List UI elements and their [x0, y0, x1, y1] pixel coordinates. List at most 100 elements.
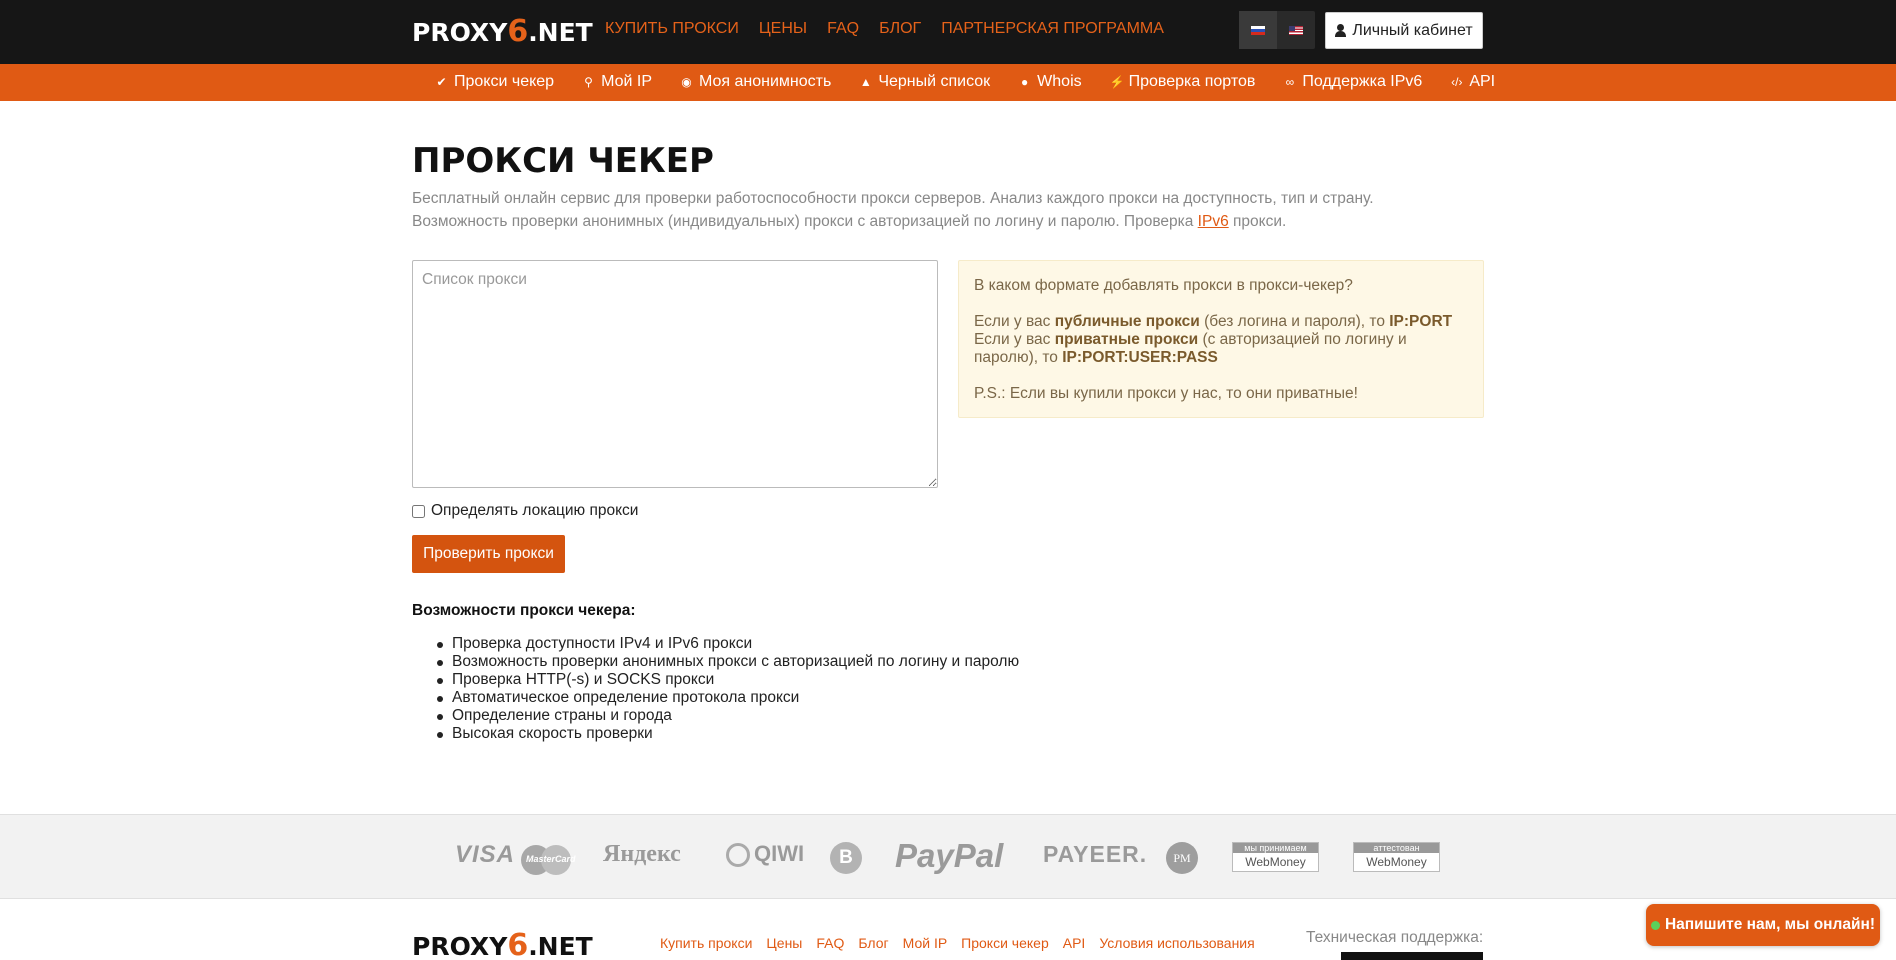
hint-text: Если у вас [974, 331, 1055, 348]
live-chat-label: Напишите нам, мы онлайн! [1664, 916, 1876, 933]
footer-link-buy-proxy[interactable]: Купить прокси [660, 935, 752, 951]
footer-link-faq[interactable]: FAQ [816, 935, 844, 951]
tool-label: Моя анонимность [698, 73, 832, 90]
webmoney-accept-badge: мы принимаем WebMoney [1232, 842, 1319, 872]
personal-account-label: Личный кабинет [1352, 21, 1473, 39]
payment-methods-strip: VISA MasterCard Яндекс QIWI PayPal PAYEE… [0, 814, 1896, 899]
footer-link-api[interactable]: API [1063, 935, 1086, 951]
code-icon: ‹/› [1451, 74, 1463, 89]
tool-whois[interactable]: ● Whois [1018, 73, 1082, 91]
paypal-logo: PayPal [895, 837, 1004, 874]
features-title: Возможности прокси чекера: [412, 602, 636, 619]
webmoney-badge-bottom: WebMoney [1245, 855, 1306, 869]
nav-faq[interactable]: FAQ [827, 20, 859, 38]
footer-logo[interactable]: PROXY6.NET [412, 928, 593, 960]
lang-ru-button[interactable] [1239, 11, 1277, 49]
flag-ru-icon [1251, 25, 1265, 35]
hint-question: В каком формате добавлять прокси в прокс… [974, 277, 1353, 294]
live-chat-button[interactable]: Напишите нам, мы онлайн! [1646, 904, 1880, 946]
top-header: PROXY6.NET КУПИТЬ ПРОКСИ ЦЕНЫ FAQ БЛОГ П… [0, 0, 1896, 64]
list-item: Возможность проверки анонимных прокси с … [436, 653, 1020, 670]
list-item: Проверка доступности IPv4 и IPv6 прокси [436, 635, 1019, 653]
webmoney-badge-top: мы принимаем [1233, 843, 1318, 853]
payeer-logo: PAYEER. [1043, 841, 1148, 867]
detect-location-checkbox[interactable] [412, 504, 425, 518]
hint-bold: приватные прокси [1054, 331, 1199, 348]
nav-prices[interactable]: ЦЕНЫ [759, 20, 807, 38]
list-item: Автоматическое определение протокола про… [436, 689, 1019, 707]
main-nav: КУПИТЬ ПРОКСИ ЦЕНЫ FAQ БЛОГ ПАРТНЕРСКАЯ … [605, 20, 1184, 38]
nav-partner-program[interactable]: ПАРТНЕРСКАЯ ПРОГРАММА [941, 20, 1164, 38]
list-item: Определение страны и города [436, 707, 1019, 725]
perfect-money-icon: PM [1166, 842, 1198, 874]
logo-text-pre: PROXY [412, 932, 508, 960]
hint-ps: P.S.: Если вы купили прокси у нас, то он… [974, 385, 1358, 402]
check-proxy-button[interactable]: Проверить прокси [412, 535, 565, 573]
footer-link-proxy-checker[interactable]: Прокси чекер [961, 935, 1049, 951]
logo-text-pre: PROXY [412, 18, 508, 47]
footer-link-prices[interactable]: Цены [766, 935, 802, 951]
detect-location-option[interactable]: Определять локацию прокси [412, 502, 638, 520]
site-logo[interactable]: PROXY6.NET [412, 14, 593, 49]
tool-proxy-checker[interactable]: ✔ Прокси чекер [435, 73, 554, 91]
personal-account-button[interactable]: Личный кабинет [1325, 12, 1483, 49]
flag-us-icon [1289, 25, 1303, 35]
tool-my-ip[interactable]: ⚲ Мой IP [582, 73, 652, 91]
eye-icon: ◉ [681, 74, 692, 89]
bitcoin-icon: B [830, 842, 862, 874]
tool-label: Поддержка IPv6 [1302, 73, 1423, 90]
logo-text-six: 6 [507, 14, 529, 49]
tools-nav: ✔ Прокси чекер ⚲ Мой IP ◉ Моя анонимность ▲… [435, 73, 1523, 91]
online-status-icon [1650, 920, 1660, 930]
description-line-2: Возможность проверки анонимных (индивиду… [412, 210, 1502, 233]
hint-public: Если у вас публичные прокси (без логина … [974, 313, 1468, 331]
description-text: прокси. [1228, 213, 1287, 230]
tool-label: Whois [1037, 73, 1082, 90]
mastercard-logo: MasterCard [521, 845, 576, 875]
footer-link-blog[interactable]: Блог [858, 935, 888, 951]
user-icon [1335, 24, 1347, 37]
map-marker-icon: ⚲ [584, 74, 593, 89]
plug-icon: ⚡ [1109, 74, 1125, 89]
logo-text-post: .NET [528, 932, 593, 960]
hint-private: Если у вас приватные прокси (с авторизац… [974, 331, 1468, 367]
logo-text-post: .NET [528, 18, 593, 47]
webmoney-badge-bottom: WebMoney [1366, 855, 1427, 869]
tool-blacklist[interactable]: ▲ Черный список [859, 73, 990, 91]
support-email-badge[interactable] [1341, 952, 1483, 960]
hint-text: Если у вас [974, 313, 1055, 330]
features-list: Проверка доступности IPv4 и IPv6 прокси … [436, 635, 1020, 743]
tool-label: Черный список [878, 73, 991, 90]
description-text: Возможность проверки анонимных (индивиду… [412, 213, 1198, 230]
format-hint-box: В каком формате добавлять прокси в прокс… [958, 260, 1484, 418]
tool-label: Прокси чекер [454, 73, 555, 90]
support-label: Техническая поддержка: [1306, 929, 1484, 946]
footer-nav: Купить прокси Цены FAQ Блог Мой IP Прокс… [660, 935, 1269, 951]
public-format: IP:PORT [1389, 313, 1453, 330]
visa-logo: VISA [455, 841, 516, 868]
footer-link-my-ip[interactable]: Мой IP [903, 935, 948, 951]
proxy-list-input[interactable] [412, 260, 938, 488]
globe-icon: ● [1021, 74, 1029, 89]
qiwi-text: QIWI [754, 841, 805, 866]
tool-label: Проверка портов [1128, 73, 1256, 90]
nav-buy-proxy[interactable]: КУПИТЬ ПРОКСИ [605, 20, 739, 38]
description-line-1: Бесплатный онлайн сервис для проверки ра… [412, 190, 1374, 207]
tools-nav-bar: ✔ Прокси чекер ⚲ Мой IP ◉ Моя анонимность ▲… [0, 64, 1896, 101]
nav-blog[interactable]: БЛОГ [879, 20, 921, 38]
hint-text: (без логина и пароля), то [1199, 313, 1390, 330]
tool-port-check[interactable]: ⚡ Проверка портов [1110, 73, 1256, 91]
tool-api[interactable]: ‹/› API [1450, 73, 1495, 91]
mastercard-text: MasterCard [526, 854, 576, 864]
list-item: Высокая скорость проверки [436, 725, 1019, 743]
tool-ipv6-support[interactable]: ∞ Поддержка IPv6 [1283, 73, 1423, 91]
link-icon: ∞ [1285, 74, 1295, 89]
footer-link-terms[interactable]: Условия использования [1099, 935, 1254, 951]
tool-my-anonymity[interactable]: ◉ Моя анонимность [680, 73, 831, 91]
page-title: ПРОКСИ ЧЕКЕР [412, 141, 714, 181]
tool-label: Мой IP [601, 73, 652, 90]
lang-en-button[interactable] [1277, 11, 1315, 49]
warning-icon: ▲ [859, 74, 872, 89]
qiwi-logo: QIWI [726, 841, 805, 868]
ipv6-link[interactable]: IPv6 [1198, 213, 1229, 230]
